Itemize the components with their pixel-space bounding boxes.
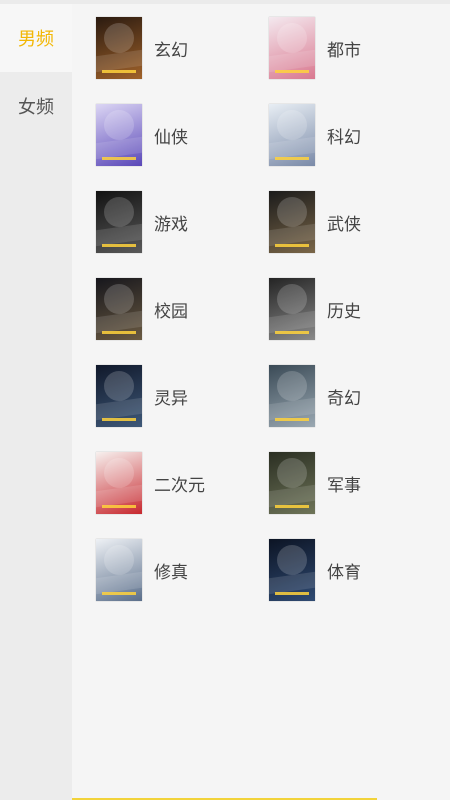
cover-art-shape [277,458,307,488]
book-cover-image [269,278,315,340]
category-label: 军事 [327,475,361,496]
book-cover-image [96,17,142,79]
cover-art-shape [96,484,142,508]
category-grid: 玄幻 都市仙侠 科幻游戏 武侠校园 历史灵异 奇幻二次元 军事修真 体育 [72,4,450,800]
tab-female[interactable]: 女频 [0,72,72,140]
cover-art-shape [269,136,315,160]
category-screen: 男频 女频 玄幻 都市仙侠 科幻游戏 武侠校园 历史灵异 奇幻二次元 军事修真 体育 [0,0,450,800]
cover-art-shape [102,505,136,508]
category-item[interactable]: 灵异 [96,365,266,427]
cover-art-shape [104,371,134,401]
cover-art-shape [96,223,142,247]
category-label: 体育 [327,562,361,583]
cover-art-shape [277,110,307,140]
tab-female-label: 女频 [18,97,54,118]
cover-art-shape [104,284,134,314]
cover-art-shape [96,49,142,73]
cover-art-shape [104,197,134,227]
cover-art-shape [102,70,136,73]
cover-art-shape [269,310,315,334]
cover-art-shape [104,458,134,488]
cover-art-shape [269,397,315,421]
book-cover-image [96,539,142,601]
cover-art-shape [104,23,134,53]
book-cover-image [96,365,142,427]
cover-art-shape [277,197,307,227]
cover-art-shape [275,331,309,334]
category-label: 修真 [154,562,188,583]
tab-male-label: 男频 [18,29,54,50]
book-cover-image [269,17,315,79]
cover-art-shape [269,223,315,247]
category-item[interactable]: 武侠 [269,191,439,253]
cover-art-shape [275,70,309,73]
cover-art-shape [269,484,315,508]
category-item[interactable]: 游戏 [96,191,266,253]
book-cover-image [269,452,315,514]
gender-sidebar: 男频 女频 [0,4,72,800]
category-label: 二次元 [154,475,205,496]
cover-art-shape [96,136,142,160]
cover-art-shape [275,505,309,508]
cover-art-shape [102,331,136,334]
cover-art-shape [104,110,134,140]
category-label: 历史 [327,301,361,322]
category-label: 仙侠 [154,127,188,148]
category-item[interactable]: 玄幻 [96,17,266,79]
category-item[interactable]: 二次元 [96,452,266,514]
category-label: 科幻 [327,127,361,148]
category-item[interactable]: 校园 [96,278,266,340]
book-cover-image [269,365,315,427]
tab-male[interactable]: 男频 [0,4,72,72]
cover-art-shape [102,592,136,595]
cover-art-shape [275,592,309,595]
cover-art-shape [277,545,307,575]
book-cover-image [96,104,142,166]
category-label: 灵异 [154,388,188,409]
category-label: 校园 [154,301,188,322]
category-label: 游戏 [154,214,188,235]
category-item[interactable]: 科幻 [269,104,439,166]
cover-art-shape [96,571,142,595]
cover-art-shape [277,23,307,53]
category-item[interactable]: 修真 [96,539,266,601]
book-cover-image [269,539,315,601]
category-item[interactable]: 仙侠 [96,104,266,166]
cover-art-shape [102,418,136,421]
cover-art-shape [104,545,134,575]
category-item[interactable]: 都市 [269,17,439,79]
cover-art-shape [102,244,136,247]
book-cover-image [269,191,315,253]
category-label: 武侠 [327,214,361,235]
category-item[interactable]: 体育 [269,539,439,601]
category-label: 都市 [327,40,361,61]
category-label: 奇幻 [327,388,361,409]
cover-art-shape [275,157,309,160]
category-item[interactable]: 奇幻 [269,365,439,427]
book-cover-image [96,452,142,514]
category-item[interactable]: 军事 [269,452,439,514]
book-cover-image [96,191,142,253]
cover-art-shape [269,49,315,73]
cover-art-shape [96,397,142,421]
cover-art-shape [96,310,142,334]
cover-art-shape [102,157,136,160]
cover-art-shape [277,284,307,314]
book-cover-image [96,278,142,340]
category-item[interactable]: 历史 [269,278,439,340]
cover-art-shape [269,571,315,595]
book-cover-image [269,104,315,166]
category-label: 玄幻 [154,40,188,61]
cover-art-shape [277,371,307,401]
cover-art-shape [275,244,309,247]
cover-art-shape [275,418,309,421]
